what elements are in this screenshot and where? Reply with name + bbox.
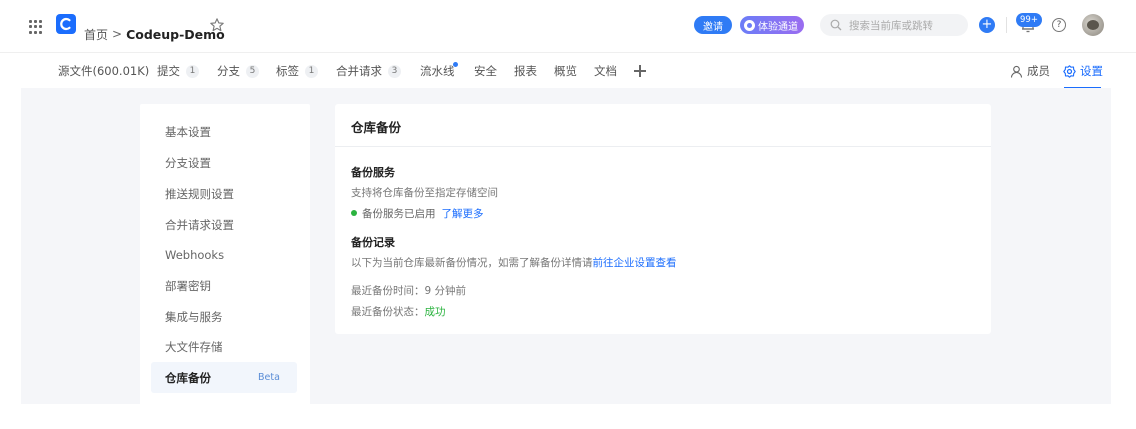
- tab-label: 报表: [514, 64, 537, 78]
- tab-label: 提交: [157, 64, 180, 78]
- tab-tags[interactable]: 标签 1: [276, 64, 318, 78]
- tab-count: 5: [246, 64, 259, 78]
- tab-label: 分支: [217, 64, 240, 78]
- settings-sidebar: 基本设置 分支设置 推送规则设置 合并请求设置 Webhooks 部署密钥 集成…: [140, 104, 310, 406]
- page-title: 仓库备份: [351, 120, 402, 135]
- tab-count: 3: [388, 64, 401, 78]
- records-section-title: 备份记录: [351, 236, 395, 249]
- breadcrumb: 首页 > Codeup-Demo: [84, 26, 225, 42]
- sidebar-item-push-rules[interactable]: 推送规则设置: [151, 178, 297, 209]
- tab-merge-requests[interactable]: 合并请求 3: [336, 64, 401, 78]
- sidebar-item-deploy-keys[interactable]: 部署密钥: [151, 270, 297, 301]
- invite-button[interactable]: 邀请: [694, 16, 732, 34]
- search-placeholder: 搜索当前库或跳转: [849, 19, 933, 32]
- tab-label: 安全: [474, 64, 497, 78]
- tab-files[interactable]: 源文件(600.01K): [58, 64, 149, 78]
- backup-panel: 仓库备份 备份服务 支持将仓库备份至指定存储空间 备份服务已启用 了解更多 备份…: [335, 104, 991, 334]
- tab-branches[interactable]: 分支 5: [217, 64, 259, 78]
- sidebar-item-branch[interactable]: 分支设置: [151, 147, 297, 178]
- last-status-label: 最近备份状态：: [351, 306, 425, 318]
- search-icon: [830, 19, 842, 31]
- top-bar: 首页 > Codeup-Demo 邀请 体验通道 搜索当前库或跳转 + 99+ …: [0, 0, 1136, 52]
- tab-members-label: 成员: [1027, 64, 1050, 78]
- tab-docs[interactable]: 文档: [594, 64, 617, 78]
- sidebar-item-label: 基本设置: [165, 124, 211, 139]
- sidebar-item-lfs[interactable]: 大文件存储: [151, 331, 297, 362]
- service-section-title: 备份服务: [351, 166, 395, 179]
- service-status-text: 备份服务已启用: [362, 207, 436, 220]
- tab-reports[interactable]: 报表: [514, 64, 537, 78]
- user-icon: [1010, 65, 1023, 78]
- add-tab-icon[interactable]: [634, 65, 646, 77]
- gear-icon: [1063, 64, 1076, 78]
- divider: [1006, 17, 1007, 33]
- sidebar-item-label: 部署密钥: [165, 278, 211, 293]
- tab-label: 源文件(600.01K): [58, 64, 150, 78]
- repo-tab-bar: 源文件(600.01K) 提交 1 分支 5 标签 1 合并请求 3 流水线 安全 报表…: [0, 52, 1136, 89]
- beta-badge: Beta: [258, 372, 280, 383]
- sidebar-item-webhooks[interactable]: Webhooks: [151, 239, 297, 270]
- sidebar-item-repo-backup[interactable]: 仓库备份 Beta: [151, 362, 297, 393]
- learn-more-link[interactable]: 了解更多: [442, 206, 484, 221]
- sidebar-item-basic[interactable]: 基本设置: [151, 116, 297, 147]
- help-icon[interactable]: ?: [1052, 18, 1066, 32]
- tab-settings-label: 设置: [1080, 64, 1103, 78]
- tab-overview[interactable]: 概览: [554, 64, 577, 78]
- add-icon[interactable]: +: [979, 17, 995, 33]
- breadcrumb-separator: >: [112, 27, 123, 41]
- tab-label: 流水线: [420, 64, 455, 78]
- sidebar-item-integrations[interactable]: 集成与服务: [151, 301, 297, 332]
- tab-label: 文档: [594, 64, 617, 78]
- tab-count: 1: [186, 64, 199, 78]
- breadcrumb-home[interactable]: 首页: [84, 26, 108, 43]
- service-description: 支持将仓库备份至指定存储空间: [351, 187, 498, 199]
- enterprise-settings-link[interactable]: 前往企业设置查看: [593, 257, 677, 269]
- try-channel-icon: [744, 19, 755, 31]
- last-backup-status: 最近备份状态：成功: [351, 304, 446, 318]
- sidebar-item-label: 大文件存储: [165, 339, 223, 354]
- sidebar-item-label: 推送规则设置: [165, 186, 234, 201]
- tab-members[interactable]: 成员: [1010, 63, 1050, 79]
- tab-label: 标签: [276, 64, 299, 78]
- tab-label: 概览: [554, 64, 577, 78]
- last-backup-time: 最近备份时间：9 分钟前: [351, 283, 466, 297]
- tab-count: 1: [305, 64, 318, 78]
- sidebar-item-label: 仓库备份: [165, 370, 211, 385]
- service-status: 备份服务已启用 了解更多: [351, 206, 484, 220]
- star-icon[interactable]: [209, 17, 225, 33]
- status-dot: [351, 210, 357, 216]
- sidebar-item-label: 集成与服务: [165, 309, 223, 324]
- records-description: 以下为当前仓库最新备份情况，如需了解备份详情请前往企业设置查看: [351, 255, 677, 269]
- update-dot: [452, 62, 458, 67]
- settings-main: 基本设置 分支设置 推送规则设置 合并请求设置 Webhooks 部署密钥 集成…: [21, 88, 1111, 406]
- tab-commits[interactable]: 提交 1: [157, 64, 199, 78]
- try-channel-button[interactable]: 体验通道: [740, 16, 804, 34]
- codeup-logo-icon[interactable]: [56, 14, 76, 34]
- sidebar-item-label: 分支设置: [165, 155, 211, 170]
- tab-pipelines[interactable]: 流水线: [420, 62, 458, 78]
- avatar[interactable]: [1082, 14, 1104, 36]
- app-grid-icon[interactable]: [29, 20, 43, 34]
- tab-label: 合并请求: [336, 64, 382, 78]
- last-time-value: 9 分钟前: [424, 285, 467, 297]
- status-badge: 成功: [424, 306, 446, 318]
- sidebar-item-label: Webhooks: [165, 247, 225, 262]
- try-channel-label: 体验通道: [758, 21, 798, 33]
- tab-settings[interactable]: 设置: [1063, 63, 1103, 79]
- sidebar-item-label: 合并请求设置: [165, 217, 234, 232]
- search-input[interactable]: 搜索当前库或跳转: [820, 14, 968, 36]
- notification-badge: 99+: [1016, 13, 1042, 27]
- records-description-text: 以下为当前仓库最新备份情况，如需了解备份详情请: [351, 257, 593, 269]
- sidebar-item-merge-requests[interactable]: 合并请求设置: [151, 209, 297, 240]
- panel-header: 仓库备份: [335, 104, 991, 147]
- tab-security[interactable]: 安全: [474, 64, 497, 78]
- last-time-label: 最近备份时间：: [351, 285, 425, 297]
